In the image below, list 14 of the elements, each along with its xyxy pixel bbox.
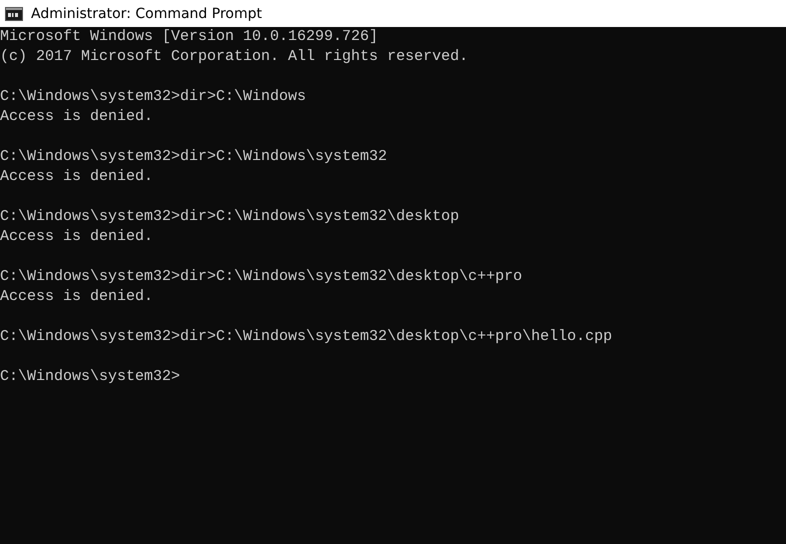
console-line: C:\Windows\system32> xyxy=(0,367,180,387)
console-line: (c) 2017 Microsoft Corporation. All rights reserved. xyxy=(0,47,468,67)
console-line: C:\Windows\system32>dir>C:\Windows\system32\desktop xyxy=(0,207,460,227)
terminal-icon xyxy=(5,6,23,20)
console-line: Access is denied. xyxy=(0,167,154,187)
console-line: Access is denied. xyxy=(0,287,154,307)
console-line: C:\Windows\system32>dir>C:\Windows xyxy=(0,87,306,107)
console-line: C:\Windows\system32>dir>C:\Windows\system32\desktop\c++pro\hello.cpp xyxy=(0,327,612,347)
console-line: Access is denied. xyxy=(0,107,154,127)
console-line: Access is denied. xyxy=(0,227,154,247)
console-line: C:\Windows\system32>dir>C:\Windows\system32 xyxy=(0,147,388,167)
window-title: Administrator: Command Prompt xyxy=(31,6,262,22)
console-line: C:\Windows\system32>dir>C:\Windows\system32\desktop\c++pro xyxy=(0,267,522,287)
console-line: Microsoft Windows [Version 10.0.16299.726] xyxy=(0,27,378,47)
